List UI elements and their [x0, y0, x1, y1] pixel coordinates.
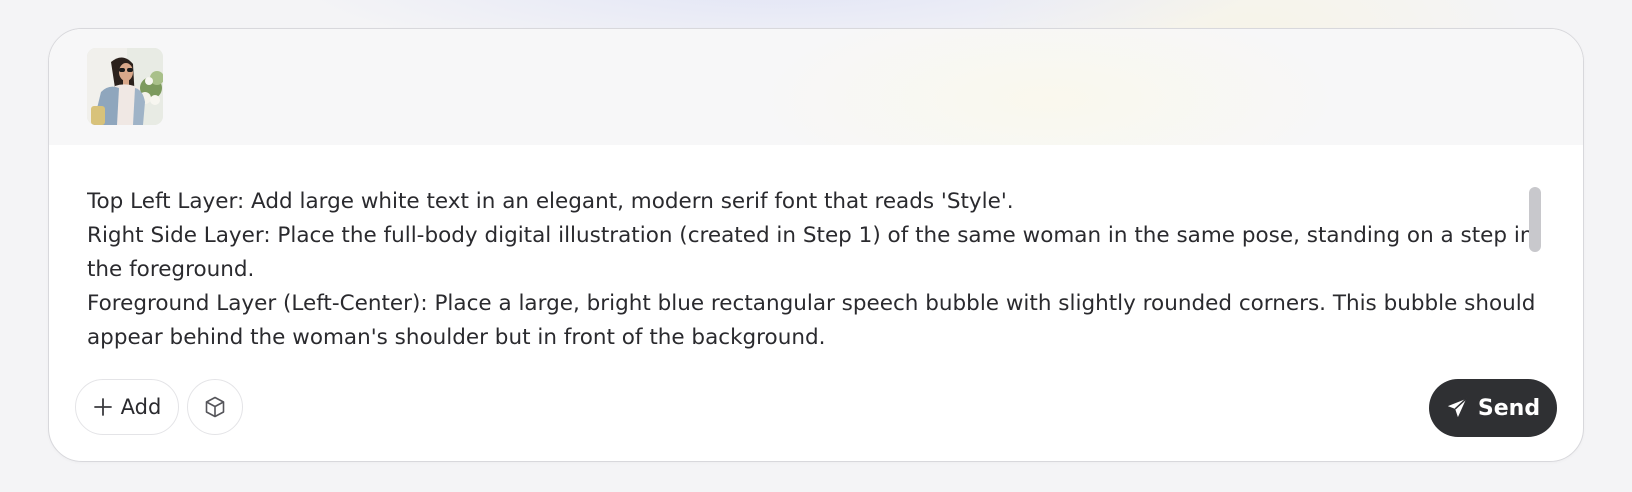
woman-portrait-thumbnail — [87, 48, 163, 125]
cube-icon — [203, 395, 227, 419]
add-button[interactable]: Add — [75, 379, 179, 435]
send-button[interactable]: Send — [1429, 379, 1557, 437]
model-select-button[interactable] — [187, 379, 243, 435]
prompt-textarea[interactable]: Top Left Layer: Add large white text in … — [87, 185, 1567, 381]
scrollbar[interactable] — [1529, 187, 1541, 377]
prompt-line: Top Left Layer: Add large white text in … — [87, 189, 1014, 214]
paper-plane-icon — [1446, 397, 1468, 419]
add-button-label: Add — [120, 395, 162, 419]
prompt-line: Right Side Layer: Place the full-body di… — [87, 223, 1534, 282]
attachment-thumbnail[interactable] — [87, 48, 163, 125]
prompt-composer: Top Left Layer: Add large white text in … — [48, 28, 1584, 462]
plus-icon — [93, 397, 113, 417]
prompt-line: Foreground Layer (Left-Center): Place a … — [87, 291, 1536, 350]
attachment-strip — [49, 29, 1583, 145]
scrollbar-thumb[interactable] — [1529, 187, 1541, 252]
send-button-label: Send — [1477, 395, 1541, 421]
